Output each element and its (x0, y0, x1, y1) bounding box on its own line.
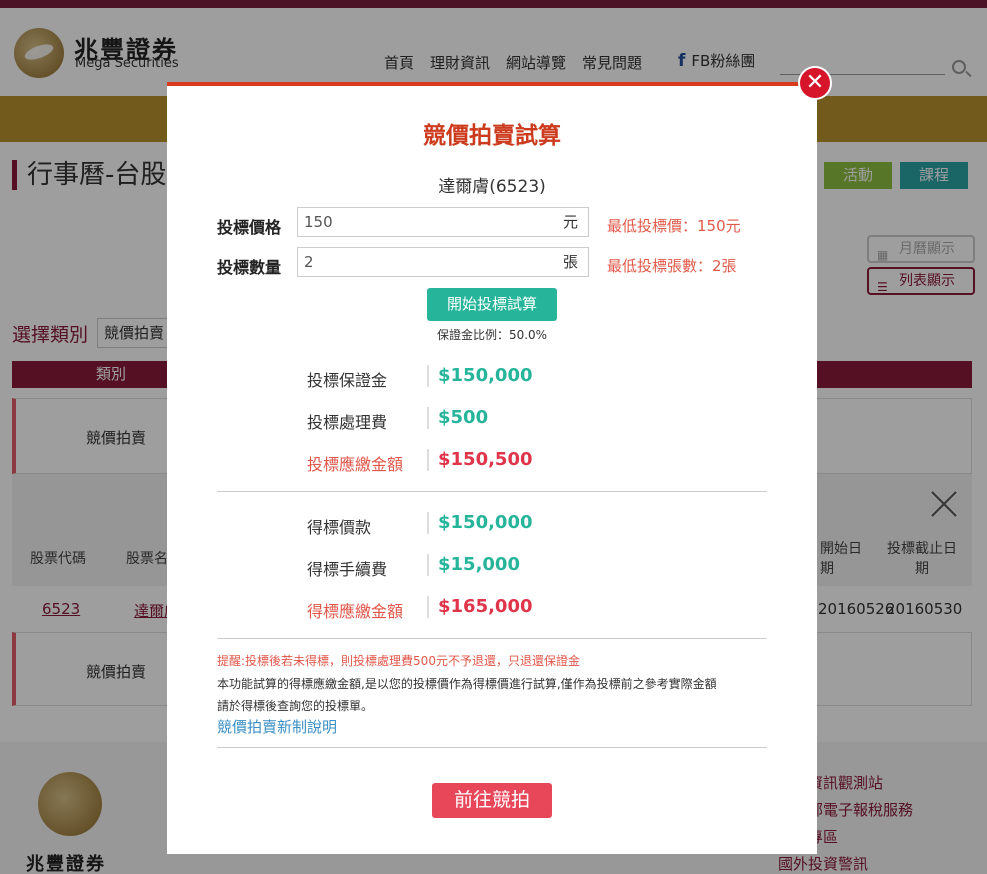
new-rules-link[interactable]: 競價拍賣新制說明 (217, 716, 337, 737)
price-unit: 元 (562, 213, 578, 231)
modal-title: 競價拍賣試算 (423, 123, 561, 149)
result-separator (427, 554, 429, 576)
stock-name: 達爾膚(6523) (438, 177, 546, 197)
refund-warning: 提醒:投標後若未得標，則投標處理費500元不予退還，只退還保證金 (217, 654, 580, 668)
price-hint: 最低投標價：150元 (607, 217, 741, 235)
disclaimer-line: 本功能試算的得標應繳金額,是以您的投標價作為得標價進行試算,僅作為投標前之參考實… (217, 677, 717, 691)
divider (217, 638, 767, 639)
win-fee-value: $15,000 (438, 554, 520, 575)
win-price-label: 得標價款 (307, 518, 372, 537)
win-price-value: $150,000 (438, 512, 533, 533)
result-separator (427, 449, 429, 471)
result-separator (427, 596, 429, 618)
win-total-label: 得標應繳金額 (307, 602, 404, 621)
bid-margin-label: 投標保證金 (307, 371, 388, 390)
price-value: 150 (304, 213, 333, 231)
bid-margin-value: $150,000 (438, 365, 533, 386)
start-calculation-button[interactable]: 開始投標試算 (427, 288, 557, 321)
win-total-value: $165,000 (438, 596, 533, 617)
win-fee-label: 得標手續費 (307, 560, 388, 579)
bid-fee-label: 投標處理費 (307, 413, 388, 432)
bid-total-label: 投標應繳金額 (307, 455, 404, 474)
go-to-auction-button[interactable]: 前往競拍 (432, 783, 552, 818)
quantity-unit: 張 (562, 253, 578, 271)
disclaimer-line: 請於得標後查詢您的投標單。 (217, 699, 374, 713)
result-separator (427, 512, 429, 534)
quantity-value: 2 (304, 253, 314, 271)
quantity-label: 投標數量 (217, 258, 282, 277)
auction-calculator-modal: 競價拍賣試算 達爾膚(6523) 投標價格 150 元 最低投標價：150元 投… (167, 82, 817, 854)
result-separator (427, 407, 429, 429)
bid-fee-value: $500 (438, 407, 489, 428)
divider (217, 491, 767, 492)
quantity-hint: 最低投標張數：2張 (607, 257, 737, 275)
price-label: 投標價格 (217, 218, 282, 237)
margin-ratio: 保證金比例：50.0% (436, 328, 548, 342)
price-input[interactable]: 150 元 (297, 207, 589, 237)
close-icon[interactable]: ✕ (798, 66, 832, 100)
result-separator (427, 365, 429, 387)
quantity-input[interactable]: 2 張 (297, 247, 589, 277)
bid-total-value: $150,500 (438, 449, 533, 470)
divider (217, 747, 767, 748)
